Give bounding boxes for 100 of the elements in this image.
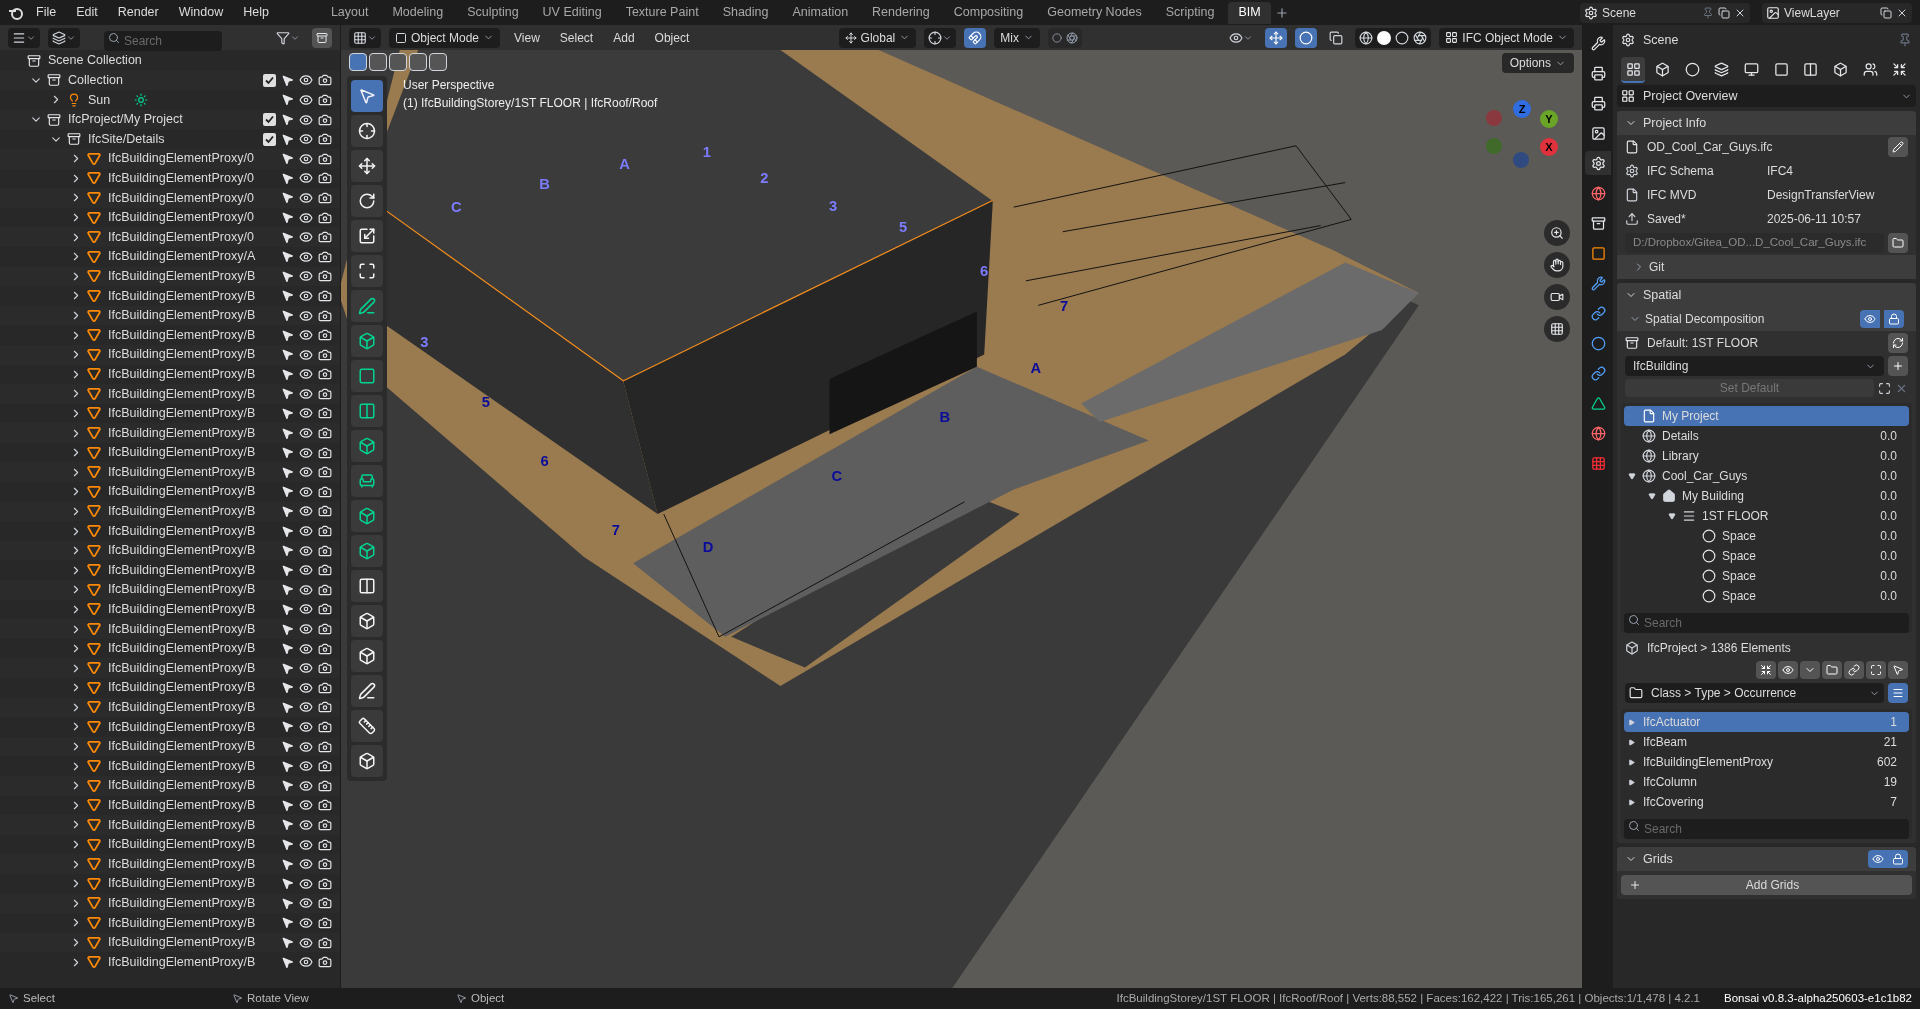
outliner-item[interactable]: IfcBuildingElementProxy/B [108, 502, 256, 521]
outliner-item[interactable]: IfcBuildingElementProxy/B [108, 698, 256, 717]
menu-item[interactable]: Object [648, 28, 696, 47]
class-list-item[interactable]: IfcBuildingElementProxy 602 [1624, 752, 1909, 772]
subpanel-title[interactable]: Git [1649, 258, 1665, 276]
outliner-item[interactable]: IfcBuildingElementProxy/B [108, 678, 256, 698]
outliner-item[interactable]: IfcBuildingElementProxy/0 [108, 169, 254, 188]
overview-dropdown[interactable]: Project Overview [1617, 85, 1916, 107]
outliner-item[interactable]: IfcBuildingElementProxy/B [108, 737, 256, 756]
search-field[interactable]: Search [1624, 819, 1909, 839]
outliner-item[interactable]: IfcBuildingElementProxy/B [108, 541, 256, 560]
outliner-item[interactable]: IfcBuildingElementProxy/B [108, 815, 256, 835]
workspace-tab[interactable]: Geometry Nodes [1037, 1, 1152, 24]
outliner-item[interactable]: IfcBuildingElementProxy/B [108, 521, 256, 541]
outliner-item[interactable]: Sun [88, 90, 111, 110]
file-path-field[interactable]: D:/Dropbox/Gitea_OD...D_Cool_Car_Guys.ifc [1625, 233, 1884, 253]
outliner-item[interactable]: IfcBuildingElementProxy/B [108, 933, 256, 952]
menu-item[interactable]: Select [553, 28, 600, 47]
search-field[interactable]: Search [1624, 613, 1909, 633]
outliner-item[interactable]: Scene Collection [48, 51, 142, 71]
workspace-tab[interactable]: Shading [712, 1, 779, 24]
panel-title[interactable]: Project Info [1643, 113, 1707, 133]
outliner-item[interactable]: IfcBuildingElementProxy/B [108, 423, 256, 443]
outliner-item[interactable]: IfcBuildingElementProxy/B [108, 306, 256, 325]
workspace-tab[interactable]: Sculpting [457, 1, 529, 24]
menu-item[interactable]: Render [109, 3, 167, 22]
panel-title[interactable]: Grids [1643, 849, 1673, 869]
menu-item[interactable]: Window [170, 3, 232, 22]
outliner-item[interactable]: IfcBuildingElementProxy/B [108, 384, 256, 404]
workspace-tab[interactable]: BIM [1228, 1, 1271, 24]
outliner-item[interactable]: IfcBuildingElementProxy/0 [108, 227, 254, 247]
spatial-tree-item[interactable]: Details 0.0 [1624, 426, 1909, 446]
outliner-item[interactable]: IfcBuildingElementProxy/B [108, 404, 256, 423]
options-button[interactable]: Options [1501, 53, 1574, 73]
outliner-item[interactable]: IfcBuildingElementProxy/B [108, 286, 256, 306]
snap-dropdown[interactable]: Mix [994, 27, 1040, 48]
workspace-tab[interactable]: Modeling [382, 1, 454, 24]
grouping-dropdown[interactable]: Class > Type > Occurrence [1625, 683, 1884, 703]
class-list-item[interactable]: IfcBeam 21 [1624, 732, 1909, 752]
spatial-tree-item[interactable]: Space 0.0 [1624, 586, 1909, 606]
ifc-mode-dropdown[interactable]: IFC Object Mode [1439, 27, 1574, 48]
spatial-tree-item[interactable]: My Project [1624, 406, 1909, 426]
mode-dropdown[interactable]: Object Mode [389, 27, 501, 48]
workspace-tab[interactable]: Compositing [943, 1, 1034, 24]
outliner-item[interactable]: IfcBuildingElementProxy/B [108, 266, 256, 286]
outliner-item[interactable]: IfcBuildingElementProxy/B [108, 893, 256, 913]
workspace-tab[interactable]: Layout [320, 1, 379, 24]
outliner-item[interactable]: IfcBuildingElementProxy/B [108, 913, 256, 933]
outliner-item[interactable]: IfcBuildingElementProxy/B [108, 854, 256, 874]
outliner-item[interactable]: IfcBuildingElementProxy/B [108, 658, 256, 678]
scene-selector[interactable]: Scene [1580, 2, 1750, 23]
outliner-item[interactable]: IfcBuildingElementProxy/B [108, 580, 256, 600]
outliner-item[interactable]: IfcBuildingElementProxy/0 [108, 149, 254, 169]
outliner-item[interactable]: IfcBuildingElementProxy/B [108, 345, 256, 365]
workspace-tab[interactable]: Scripting [1155, 1, 1225, 24]
outliner-item[interactable]: IfcBuildingElementProxy/0 [108, 208, 254, 227]
orientation-dropdown[interactable]: Global [838, 27, 917, 48]
outliner-item[interactable]: IfcBuildingElementProxy/B [108, 619, 256, 639]
outliner-item[interactable]: IfcBuildingElementProxy/B [108, 835, 256, 854]
class-list-item[interactable]: IfcActuator 1 [1624, 712, 1909, 732]
outliner-item[interactable]: IfcBuildingElementProxy/B [108, 796, 256, 815]
view-layer-selector[interactable]: ViewLayer [1762, 2, 1912, 23]
add-grids-button[interactable]: Add Grids [1621, 875, 1912, 895]
menu-item[interactable]: Help [235, 3, 277, 22]
outliner-item[interactable]: IfcBuildingElementProxy/0 [108, 188, 254, 208]
outliner-item[interactable]: IfcBuildingElementProxy/B [108, 482, 256, 502]
menu-item[interactable]: Add [607, 28, 641, 47]
class-list-item[interactable]: IfcColumn 19 [1624, 772, 1909, 792]
menu-item[interactable]: View [508, 28, 546, 47]
container-dropdown[interactable]: IfcBuilding [1625, 356, 1884, 376]
outliner-item[interactable]: IfcBuildingElementProxy/B [108, 874, 256, 894]
menu-item[interactable]: Edit [68, 3, 106, 22]
workspace-tab[interactable]: Animation [782, 1, 859, 24]
outliner-item[interactable]: IfcBuildingElementProxy/B [108, 756, 256, 776]
workspace-tab[interactable]: UV Editing [532, 1, 612, 24]
workspace-tab[interactable]: Rendering [862, 1, 940, 24]
outliner-item[interactable]: IfcBuildingElementProxy/B [108, 717, 256, 737]
spatial-tree-item[interactable]: Cool_Car_Guys 0.0 [1624, 466, 1909, 486]
outliner-item[interactable]: IfcBuildingElementProxy/A [108, 247, 256, 267]
spatial-tree-item[interactable]: Library 0.0 [1624, 446, 1909, 466]
spatial-tree-item[interactable]: 1ST FLOOR 0.0 [1624, 506, 1909, 526]
spatial-tree-item[interactable]: Space 0.0 [1624, 526, 1909, 546]
outliner-item[interactable]: IfcBuildingElementProxy/B [108, 639, 256, 658]
outliner-item[interactable]: Collection [68, 71, 123, 90]
class-list-item[interactable]: IfcCovering 7 [1624, 792, 1909, 812]
outliner-item[interactable]: IfcBuildingElementProxy/B [108, 443, 256, 463]
outliner-item[interactable]: IfcBuildingElementProxy/B [108, 364, 256, 384]
outliner-item[interactable]: IfcBuildingElementProxy/B [108, 952, 256, 972]
search-field[interactable]: Search [104, 30, 222, 51]
workspace-tab[interactable]: Texture Paint [615, 1, 709, 24]
outliner-item[interactable]: IfcBuildingElementProxy/B [108, 776, 256, 796]
outliner-item[interactable]: IfcBuildingElementProxy/B [108, 600, 256, 619]
outliner-item[interactable]: IfcBuildingElementProxy/B [108, 325, 256, 345]
spatial-tree-item[interactable]: My Building 0.0 [1624, 486, 1909, 506]
spatial-tree-item[interactable]: Space 0.0 [1624, 546, 1909, 566]
outliner-item[interactable]: IfcBuildingElementProxy/B [108, 462, 256, 482]
panel-title[interactable]: Spatial [1643, 285, 1682, 305]
spatial-tree-item[interactable]: Space 0.0 [1624, 566, 1909, 586]
menu-item[interactable]: File [28, 3, 65, 22]
outliner-item[interactable]: IfcSite/Details [88, 129, 165, 149]
